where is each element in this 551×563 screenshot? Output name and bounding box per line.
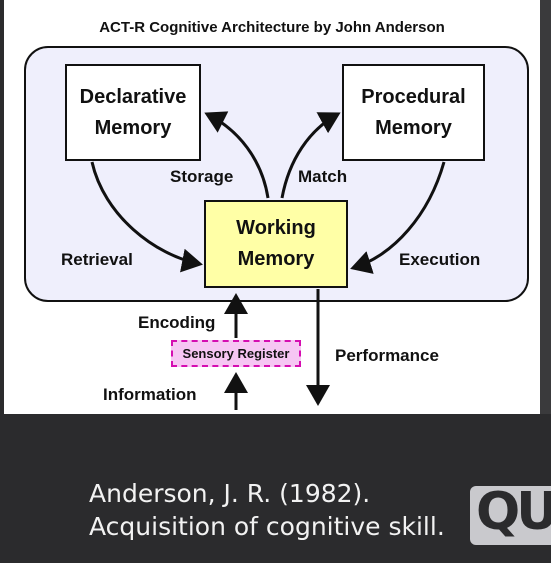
watermark-logo: QU — [470, 486, 551, 545]
watermark-text: QU — [476, 486, 551, 542]
information-label: Information — [103, 385, 197, 404]
slide-frame-edge — [540, 0, 551, 414]
retrieval-label: Retrieval — [61, 250, 133, 269]
citation-line-1: Anderson, J. R. (1982). — [89, 479, 371, 508]
performance-label: Performance — [335, 346, 439, 365]
encoding-label: Encoding — [138, 313, 216, 332]
execution-label: Execution — [399, 250, 481, 269]
citation: Anderson, J. R. (1982). Acquisition of c… — [89, 477, 445, 543]
slide: ACT-R Cognitive Architecture by John And… — [4, 0, 540, 414]
arrow-layer — [90, 111, 446, 410]
citation-line-2: Acquisition of cognitive skill. — [89, 512, 445, 541]
storage-label: Storage — [170, 167, 234, 186]
match-label: Match — [298, 167, 348, 186]
